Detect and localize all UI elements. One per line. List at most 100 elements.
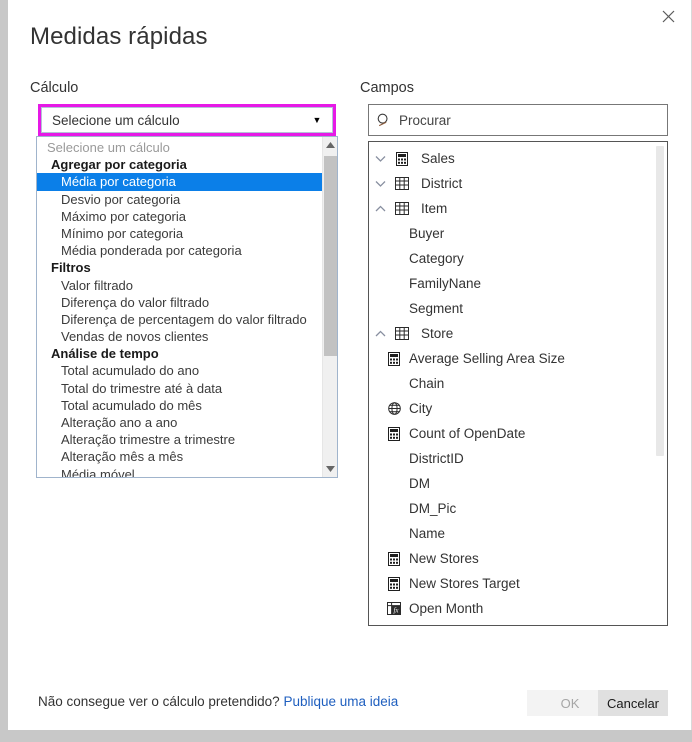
chevron-up-icon[interactable]	[369, 330, 391, 338]
fields-label: Campos	[360, 80, 414, 96]
dropdown-option[interactable]: Total acumulado do ano	[37, 362, 322, 379]
fields-tree-field-row[interactable]: Name	[369, 521, 654, 546]
table-grid-icon	[391, 177, 413, 190]
dropdown-option[interactable]: Mínimo por categoria	[37, 225, 322, 242]
fields-tree-label: New Stores Target	[409, 576, 520, 591]
calculated-column-icon: fx	[383, 602, 405, 615]
fields-tree-field-row[interactable]: Category	[369, 246, 654, 271]
close-icon[interactable]	[646, 0, 691, 32]
calculator-icon	[383, 576, 405, 591]
dropdown-scrollbar[interactable]	[322, 137, 337, 477]
fields-tree-label: Count of OpenDate	[409, 426, 526, 441]
dropdown-option[interactable]: Diferença do valor filtrado	[37, 294, 322, 311]
fields-tree-field-row[interactable]: Segment	[369, 296, 654, 321]
fields-tree-label: Name	[409, 526, 446, 541]
fields-tree-field-row[interactable]: fx Open Month	[369, 596, 654, 621]
fields-tree-field-row[interactable]: Count of OpenDate	[369, 421, 654, 446]
fields-tree-panel[interactable]: Sales District Item Buyer Category FamilyNane…	[368, 141, 668, 626]
fields-tree-table-row[interactable]: District	[369, 171, 654, 196]
fields-tree-field-row[interactable]: New Stores Target	[369, 571, 654, 596]
triangle-up-icon[interactable]	[323, 137, 337, 153]
fields-tree-label: Category	[409, 251, 464, 266]
dropdown-option[interactable]: Média por categoria	[37, 173, 322, 191]
dropdown-option[interactable]: Vendas de novos clientes	[37, 328, 322, 345]
fields-tree-field-row[interactable]: DistrictID	[369, 446, 654, 471]
fields-tree-label: Buyer	[409, 226, 445, 241]
fields-tree-label: Item	[421, 201, 448, 216]
calculation-select-value: Selecione um cálculo	[52, 112, 180, 128]
dropdown-option[interactable]: Total do trimestre até à data	[37, 380, 322, 397]
publish-idea-link[interactable]: Publique uma ideia	[283, 694, 398, 709]
dropdown-option[interactable]: Máximo por categoria	[37, 208, 322, 225]
fields-tree-label: District	[421, 176, 463, 191]
fields-search-input[interactable]	[399, 112, 667, 128]
fields-tree-table-row[interactable]: Item	[369, 196, 654, 221]
dropdown-option[interactable]: Média móvel	[37, 466, 322, 477]
dropdown-option[interactable]: Diferença de percentagem do valor filtra…	[37, 311, 322, 328]
dropdown-option[interactable]: Valor filtrado	[37, 277, 322, 294]
calculation-select-highlight: Selecione um cálculo ▼	[38, 104, 336, 136]
chevron-up-icon[interactable]	[369, 205, 391, 213]
footer-hint-text: Não consegue ver o cálculo pretendido?	[38, 694, 280, 709]
close-glyph	[662, 10, 675, 22]
fields-tree-field-row[interactable]: Average Selling Area Size	[369, 346, 654, 371]
quick-measures-dialog: Medidas rápidas Cálculo Campos Selecione…	[8, 0, 692, 730]
fields-tree-field-row[interactable]: DM_Pic	[369, 496, 654, 521]
fields-tree-label: New Stores	[409, 551, 479, 566]
fields-scrollbar-thumb[interactable]	[656, 146, 664, 456]
fields-tree-label: DM_Pic	[409, 501, 457, 516]
dropdown-option[interactable]: Total acumulado do mês	[37, 397, 322, 414]
fields-tree-label: DM	[409, 476, 430, 491]
fields-tree-field-row[interactable]: FamilyNane	[369, 271, 654, 296]
dropdown-option[interactable]: Alteração mês a mês	[37, 448, 322, 465]
fields-tree-table-row[interactable]: Sales	[369, 146, 654, 171]
dropdown-scrollbar-thumb[interactable]	[324, 156, 337, 356]
search-glyph	[377, 113, 388, 127]
fields-tree-label: Average Selling Area Size	[409, 351, 565, 366]
chevron-down-icon[interactable]	[369, 155, 391, 163]
fields-tree-label: Open Month	[409, 601, 484, 616]
search-icon	[369, 113, 399, 127]
fields-tree-field-row[interactable]: Buyer	[369, 221, 654, 246]
table-grid-icon	[391, 202, 413, 215]
svg-text:fx: fx	[393, 607, 399, 615]
calculator-icon	[383, 551, 405, 566]
calculator-icon	[383, 351, 405, 366]
dropdown-option[interactable]: Selecione um cálculo	[37, 139, 322, 156]
triangle-up-glyph	[326, 142, 335, 148]
calculation-option-list: Selecione um cálculo Agregar por categori…	[37, 137, 322, 477]
fields-tree-label: DistrictID	[409, 451, 464, 466]
triangle-down-icon[interactable]	[323, 461, 337, 477]
fields-tree-label: Segment	[409, 301, 464, 316]
globe-icon	[383, 402, 405, 415]
fields-tree-label: Sales	[421, 151, 455, 166]
dropdown-group-header: Análise de tempo	[51, 346, 159, 362]
calculation-select[interactable]: Selecione um cálculo ▼	[41, 107, 333, 133]
fields-tree-label: City	[409, 401, 433, 416]
dropdown-group-header: Filtros	[51, 260, 91, 276]
calculator-icon	[383, 426, 405, 441]
footer-hint: Não consegue ver o cálculo pretendido? P…	[38, 694, 398, 709]
fields-search-box[interactable]	[368, 104, 668, 136]
dropdown-option[interactable]: Desvio por categoria	[37, 191, 322, 208]
fields-tree-field-row[interactable]: Chain	[369, 371, 654, 396]
fields-tree: Sales District Item Buyer Category FamilyNane…	[369, 142, 654, 625]
page-title: Medidas rápidas	[30, 23, 208, 50]
dropdown-group-header: Agregar por categoria	[51, 157, 187, 173]
table-grid-icon	[391, 327, 413, 340]
chevron-down-icon[interactable]	[369, 180, 391, 188]
dropdown-option[interactable]: Alteração ano a ano	[37, 414, 322, 431]
cancel-button[interactable]: Cancelar	[598, 690, 668, 716]
calculation-dropdown[interactable]: Selecione um cálculo Agregar por categori…	[36, 136, 338, 478]
dropdown-option[interactable]: Alteração trimestre a trimestre	[37, 431, 322, 448]
calculation-label: Cálculo	[30, 80, 79, 96]
fields-tree-table-row[interactable]: Store	[369, 321, 654, 346]
chevron-down-icon: ▼	[312, 115, 322, 125]
fields-tree-field-row[interactable]: New Stores	[369, 546, 654, 571]
calculator-icon	[391, 151, 413, 166]
fields-tree-field-row[interactable]: fxOpen Month No	[369, 621, 654, 625]
fields-tree-label: Store	[421, 326, 454, 341]
fields-tree-field-row[interactable]: City	[369, 396, 654, 421]
fields-tree-field-row[interactable]: DM	[369, 471, 654, 496]
dropdown-option[interactable]: Média ponderada por categoria	[37, 242, 322, 259]
